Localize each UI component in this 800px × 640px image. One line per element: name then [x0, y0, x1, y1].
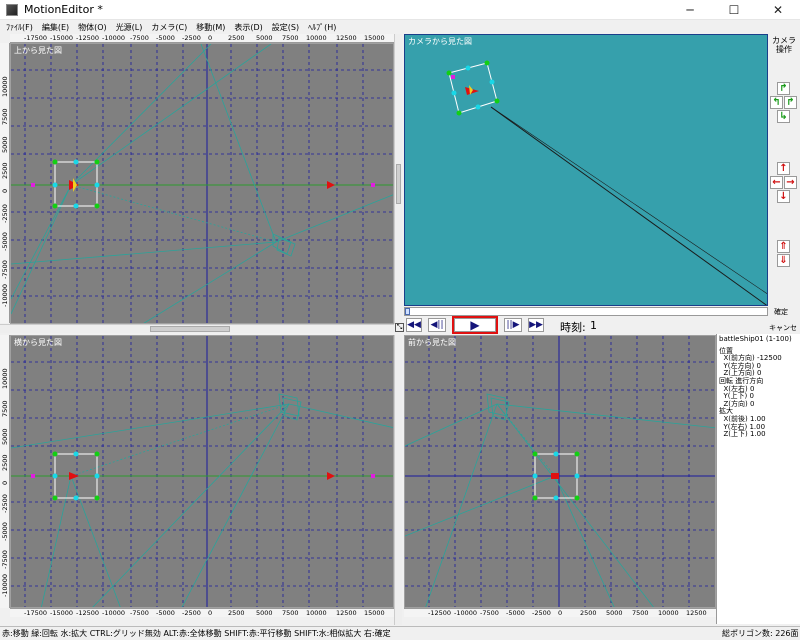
next-frame-button[interactable]: ||▶: [504, 318, 522, 332]
side-view-ruler-v: 10000 7500 5000 2500 0 -2500 -5000 -7500…: [0, 335, 10, 608]
side-view-viewport[interactable]: 横から見た図: [10, 335, 394, 608]
menu-move[interactable]: 移動(M): [190, 22, 228, 33]
top-view-label: 上から見た図: [14, 46, 62, 55]
prev-frame-button[interactable]: ◀||: [428, 318, 446, 332]
close-button[interactable]: ✕: [756, 0, 800, 20]
top-view-viewport[interactable]: 上から見た図: [10, 43, 394, 324]
window-title: MotionEditor *: [24, 3, 103, 16]
fit-view-icon[interactable]: ⤡: [395, 323, 404, 332]
rotate-down-button[interactable]: ↳: [777, 110, 790, 123]
rotate-up-button[interactable]: ↱: [777, 82, 790, 95]
time-label: 時刻:: [560, 321, 586, 334]
confirm-button[interactable]: 確定: [774, 307, 788, 317]
camera-control-panel: カメラ 操作 ↱ ↰ ↱ ↳ ↑ ← → ↓ ⇑ ⇓ 確定 キャンセル: [768, 34, 800, 342]
menu-camera[interactable]: カメラ(C): [145, 22, 190, 33]
front-view-viewport[interactable]: 前から見た図: [404, 335, 716, 608]
object-name: battleShip01 (1-100): [719, 335, 792, 343]
menu-file[interactable]: ﾌｧｲﾙ(F): [0, 22, 36, 33]
pan-up-button[interactable]: ↑: [777, 162, 790, 175]
camera-view-viewport[interactable]: カメラから見た図: [404, 34, 768, 306]
motion-editor-window: MotionEditor * ─ ☐ ✕ ﾌｧｲﾙ(F) 編集(E) 物体(O)…: [0, 0, 800, 640]
menu-light[interactable]: 光源(L): [110, 22, 146, 33]
first-frame-button[interactable]: ◀◀: [406, 318, 422, 332]
side-view-vscrollbar[interactable]: [394, 335, 402, 625]
top-view-canvas: [11, 44, 393, 323]
time-slider-thumb[interactable]: [405, 308, 410, 315]
last-frame-button[interactable]: ▶▶: [528, 318, 544, 332]
camera-view-label: カメラから見た図: [408, 37, 472, 46]
camera-view-canvas: [446, 60, 767, 305]
pan-down-button[interactable]: ↓: [777, 190, 790, 203]
menu-help[interactable]: ﾍﾙﾌﾟ(H): [302, 22, 339, 33]
object-properties-panel: battleShip01 (1-100) 位置 X(前方向) -12500 Y(…: [716, 334, 800, 624]
menu-settings[interactable]: 設定(S): [266, 22, 302, 33]
front-view-canvas: [405, 336, 715, 607]
menu-edit[interactable]: 編集(E): [36, 22, 72, 33]
status-bar: 赤:移動 緑:回転 水:拡大 CTRL:グリッド無効 ALT:赤:全体移動 SH…: [0, 626, 800, 640]
top-view-ruler-h: -17500 -15000 -12500 -10000 -7500 -5000 …: [10, 34, 394, 43]
front-view-label: 前から見た図: [408, 338, 456, 347]
side-view-ruler-h: -17500 -15000 -12500 -10000 -7500 -5000 …: [10, 608, 394, 617]
playback-bar: ◀◀ ◀|| ▶ ||▶ ▶▶ 時刻: 1: [404, 316, 768, 334]
app-icon: [6, 3, 18, 16]
top-view-vscroll-thumb[interactable]: [396, 164, 401, 204]
top-view-vscrollbar[interactable]: [394, 34, 402, 324]
side-view-canvas: [11, 336, 393, 607]
minimize-button[interactable]: ─: [668, 0, 712, 20]
scale-z[interactable]: Z(上下) 1.00: [719, 430, 798, 439]
zoom-out-button[interactable]: ⇓: [777, 254, 790, 267]
time-value: 1: [590, 319, 597, 332]
pan-right-button[interactable]: →: [784, 176, 797, 189]
front-view-ruler-h: -12500 -10000 -7500 -5000 -2500 0 2500 5…: [404, 608, 716, 617]
menu-object[interactable]: 物体(O): [72, 22, 110, 33]
top-view-hscroll-thumb[interactable]: [150, 326, 230, 332]
pan-left-button[interactable]: ←: [770, 176, 783, 189]
polygon-count: 総ポリゴン数: 226面: [722, 629, 799, 638]
camera-operation-label: カメラ 操作: [772, 36, 796, 54]
title-bar: MotionEditor * ─ ☐ ✕: [0, 0, 800, 20]
rotate-right-button[interactable]: ↱: [784, 96, 797, 109]
side-view-label: 横から見た図: [14, 338, 62, 347]
zoom-in-button[interactable]: ⇑: [777, 240, 790, 253]
top-view-hscrollbar[interactable]: [0, 324, 394, 333]
maximize-button[interactable]: ☐: [712, 0, 756, 20]
camera-time-slider[interactable]: [404, 307, 768, 316]
menu-display[interactable]: 表示(D): [228, 22, 265, 33]
menu-bar: ﾌｧｲﾙ(F) 編集(E) 物体(O) 光源(L) カメラ(C) 移動(M) 表…: [0, 20, 800, 34]
rotate-left-button[interactable]: ↰: [770, 96, 783, 109]
status-help-text: 赤:移動 緑:回転 水:拡大 CTRL:グリッド無効 ALT:赤:全体移動 SH…: [2, 629, 391, 638]
top-view-ruler-v: 10000 7500 5000 2500 0 -2500 -5000 -7500…: [0, 43, 10, 323]
play-button[interactable]: ▶: [454, 318, 496, 332]
